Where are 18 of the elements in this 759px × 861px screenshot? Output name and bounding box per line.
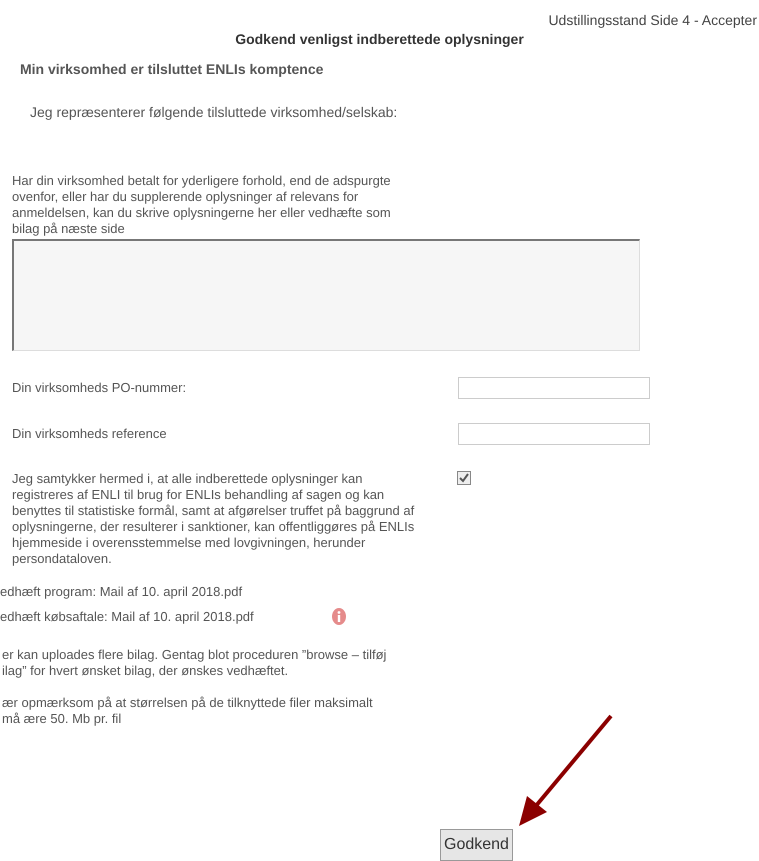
breadcrumb: Udstillingsstand Side 4 - Accepter [548, 12, 757, 28]
note-text: ær opmærksom på at størrelsen på de tilknyttede filer maksimalt må ære 50. Mb pr. fil [1, 695, 374, 727]
field-label: Har din virksomhed betalt for yderligere forhold, end de adspurgte ovenfor, eller har du supplerende oplysninger af relevans for anmeldelsen, kan du skrive oplysningerne her eller vedhæfte som bilag på næste side [12, 173, 392, 237]
section-heading: Min virksomhed er tilsluttet ENLIs komptence [20, 61, 324, 77]
consent-text: Jeg samtykker hermed i, at alle indberettede oplysninger kan registreres af ENLI til brug for ENLIs behandling af sagen og kan benyttes til statistiske formål, samt at afgørelser truffet på baggrund af oplysningerne, der resulterer i sanktioner, kan offentliggøres på ENLIs hjemmeside i overensstemmelse med lovgivningen, herunder persondataloven. [12, 471, 416, 567]
input-field[interactable] [458, 377, 650, 399]
text-area[interactable] [12, 239, 640, 351]
field-label: Din virksomheds reference [12, 426, 167, 442]
attachment-text: edhæft købsaftale: Mail af 10. april 2018.pdf [0, 608, 255, 624]
paragraph: Jeg repræsenterer følgende tilsluttede virksomhed/selskab: [30, 104, 398, 120]
checkbox[interactable] [457, 471, 471, 485]
page-title: Godkend venligst indberettede oplysninger [235, 31, 524, 47]
note-text: er kan uploades flere bilag. Gentag blot proceduren ”browse – tilføj ilag” for hvert ønsket bilag, der ønskes vedhæftet. [1, 647, 388, 679]
attachment-text: edhæft program: Mail af 10. april 2018.pdf [0, 584, 244, 600]
input-field[interactable] [458, 423, 650, 445]
submit-button[interactable]: Godkend [440, 829, 513, 861]
field-label: Din virksomheds PO-nummer: [12, 380, 186, 396]
info-icon[interactable] [332, 608, 346, 625]
